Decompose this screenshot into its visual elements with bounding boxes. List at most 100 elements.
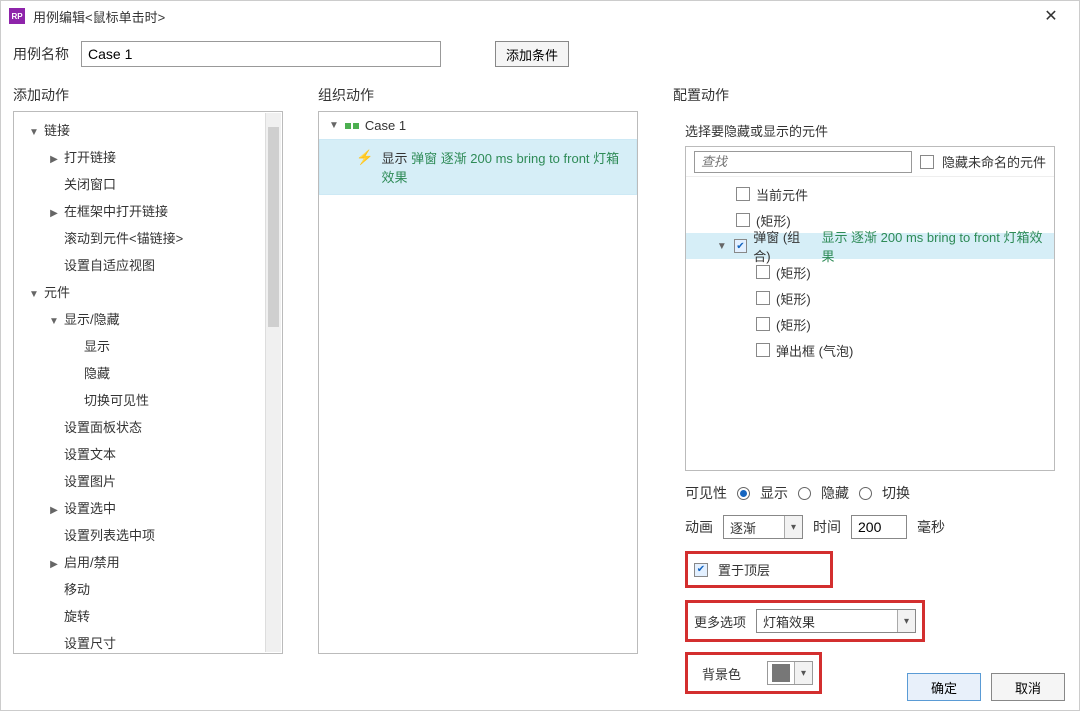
hide-unnamed-checkbox[interactable] bbox=[920, 155, 934, 169]
widget-label: (矩形) bbox=[776, 289, 811, 308]
action-tree-label: 启用/禁用 bbox=[64, 555, 120, 570]
action-tree-label: 滚动到元件<锚链接> bbox=[64, 231, 183, 246]
time-unit: 毫秒 bbox=[917, 517, 945, 537]
widget-row[interactable]: 当前元件 bbox=[686, 181, 1054, 207]
ok-button[interactable]: 确定 bbox=[907, 673, 981, 701]
more-options-group: 更多选项 灯箱效果 ▾ bbox=[685, 600, 925, 642]
time-input[interactable] bbox=[851, 515, 907, 539]
select-widgets-label: 选择要隐藏或显示的元件 bbox=[685, 121, 1055, 140]
action-tree-item[interactable]: ▼元件 bbox=[14, 278, 282, 305]
widget-label: (矩形) bbox=[776, 263, 811, 282]
action-tree-label: 显示 bbox=[84, 339, 110, 354]
action-tree-item[interactable]: 设置文本 bbox=[14, 440, 282, 467]
action-tree-item[interactable]: 切换可见性 bbox=[14, 386, 282, 413]
action-tree-item[interactable]: ▶打开链接 bbox=[14, 143, 282, 170]
case-name-input[interactable] bbox=[81, 41, 441, 67]
org-case-row[interactable]: ▼ Case 1 bbox=[319, 112, 637, 139]
dialog-footer: 确定 取消 bbox=[1, 664, 1079, 710]
action-tree-item[interactable]: 移动 bbox=[14, 575, 282, 602]
widget-checkbox[interactable] bbox=[734, 239, 748, 253]
org-action-text: 显示 弹窗 逐渐 200 ms bring to front 灯箱效果 bbox=[381, 148, 626, 186]
animation-combo[interactable]: 逐渐 ▾ bbox=[723, 515, 803, 539]
chevron-down-icon: ▼ bbox=[716, 241, 728, 252]
action-tree-item[interactable]: 设置自适应视图 bbox=[14, 251, 282, 278]
case-row: 用例名称 添加条件 bbox=[1, 31, 1079, 85]
organize-actions-body: ▼ Case 1 ⚡ 显示 弹窗 逐渐 200 ms bring to fron… bbox=[318, 111, 638, 654]
widget-group-row[interactable]: ▼弹窗 (组合) 显示 逐渐 200 ms bring to front 灯箱效… bbox=[686, 233, 1054, 259]
search-input[interactable] bbox=[694, 151, 912, 173]
widget-checkbox[interactable] bbox=[756, 265, 770, 279]
time-label: 时间 bbox=[813, 517, 841, 537]
scrollbar[interactable] bbox=[265, 113, 281, 652]
action-tree-item[interactable]: ▶在框架中打开链接 bbox=[14, 197, 282, 224]
action-tree-item[interactable]: 隐藏 bbox=[14, 359, 282, 386]
chevron-down-icon: ▼ bbox=[28, 127, 40, 138]
radio-show[interactable] bbox=[737, 487, 750, 500]
action-tree-item[interactable]: 旋转 bbox=[14, 602, 282, 629]
scrollbar-thumb[interactable] bbox=[268, 127, 279, 327]
close-icon[interactable]: ✕ bbox=[1031, 6, 1071, 26]
visibility-row: 可见性 显示 隐藏 切换 bbox=[685, 483, 1055, 503]
columns: 添加动作 ▼链接▶打开链接关闭窗口▶在框架中打开链接滚动到元件<锚链接>设置自适… bbox=[1, 85, 1079, 664]
action-tree-label: 设置列表选中项 bbox=[64, 528, 155, 543]
radio-hide[interactable] bbox=[798, 487, 811, 500]
titlebar: RP 用例编辑<鼠标单击时> ✕ bbox=[1, 1, 1079, 31]
action-tree-item[interactable]: ▶ 启用/禁用 bbox=[14, 548, 282, 575]
action-tree-item[interactable]: 设置图片 bbox=[14, 467, 282, 494]
app-icon: RP bbox=[9, 8, 25, 24]
radio-toggle[interactable] bbox=[859, 487, 872, 500]
widget-label: (矩形) bbox=[776, 315, 811, 334]
chevron-right-icon: ▶ bbox=[48, 559, 60, 570]
chevron-down-icon: ▾ bbox=[784, 516, 802, 538]
action-tree-label: 元件 bbox=[44, 285, 70, 300]
organize-actions-column: 组织动作 ▼ Case 1 ⚡ 显示 弹窗 逐渐 200 ms bring to… bbox=[318, 85, 638, 654]
action-tree-item[interactable]: 滚动到元件<锚链接> bbox=[14, 224, 282, 251]
add-condition-button[interactable]: 添加条件 bbox=[495, 41, 569, 67]
chevron-down-icon: ▼ bbox=[329, 120, 339, 131]
widget-checkbox[interactable] bbox=[756, 343, 770, 357]
window-title: 用例编辑<鼠标单击时> bbox=[33, 7, 1031, 26]
radio-hide-label: 隐藏 bbox=[821, 483, 849, 503]
dialog-window: RP 用例编辑<鼠标单击时> ✕ 用例名称 添加条件 添加动作 ▼链接▶打开链接… bbox=[0, 0, 1080, 711]
action-tree-label: 设置选中 bbox=[64, 501, 116, 516]
action-tree-item[interactable]: ▼显示/隐藏 bbox=[14, 305, 282, 332]
cancel-button[interactable]: 取消 bbox=[991, 673, 1065, 701]
action-tree-label: 在框架中打开链接 bbox=[64, 204, 168, 219]
action-tree-label: 旋转 bbox=[64, 609, 90, 624]
bring-to-front-checkbox[interactable] bbox=[694, 563, 708, 577]
widget-label: 弹窗 (组合) bbox=[753, 227, 815, 265]
widget-list-header: 隐藏未命名的元件 bbox=[686, 147, 1054, 177]
widget-list: 隐藏未命名的元件 当前元件 (矩形) ▼弹窗 (组合) 显示 逐渐 200 ms b… bbox=[685, 146, 1055, 471]
action-tree: ▼链接▶打开链接关闭窗口▶在框架中打开链接滚动到元件<锚链接>设置自适应视图▼元… bbox=[14, 112, 282, 654]
radio-show-label: 显示 bbox=[760, 483, 788, 503]
chevron-down-icon: ▾ bbox=[897, 610, 915, 632]
action-tree-label: 设置图片 bbox=[64, 474, 116, 489]
widget-row[interactable]: (矩形) bbox=[686, 311, 1054, 337]
widget-row[interactable]: 弹出框 (气泡) bbox=[686, 337, 1054, 363]
case-icon bbox=[345, 121, 359, 131]
chevron-right-icon: ▶ bbox=[48, 505, 60, 516]
action-tree-item[interactable]: 关闭窗口 bbox=[14, 170, 282, 197]
action-tree-label: 设置文本 bbox=[64, 447, 116, 462]
bring-to-front-label: 置于顶层 bbox=[718, 560, 770, 579]
widget-checkbox[interactable] bbox=[736, 213, 750, 227]
org-action-row[interactable]: ⚡ 显示 弹窗 逐渐 200 ms bring to front 灯箱效果 bbox=[319, 139, 637, 195]
action-tree-item[interactable]: 设置尺寸 bbox=[14, 629, 282, 654]
action-tree-label: 设置尺寸 bbox=[64, 636, 116, 651]
action-tree-label: 设置面板状态 bbox=[64, 420, 142, 435]
organize-actions-heading: 组织动作 bbox=[318, 85, 638, 105]
widget-checkbox[interactable] bbox=[756, 317, 770, 331]
chevron-right-icon: ▶ bbox=[48, 154, 60, 165]
widget-checkbox[interactable] bbox=[736, 187, 750, 201]
more-options-combo[interactable]: 灯箱效果 ▾ bbox=[756, 609, 916, 633]
widget-checkbox[interactable] bbox=[756, 291, 770, 305]
action-tree-item[interactable]: ▼链接 bbox=[14, 116, 282, 143]
action-tree-label: 切换可见性 bbox=[84, 393, 149, 408]
action-tree-item[interactable]: 设置面板状态 bbox=[14, 413, 282, 440]
animation-label: 动画 bbox=[685, 517, 713, 537]
widget-row[interactable]: (矩形) bbox=[686, 285, 1054, 311]
action-tree-item[interactable]: ▶ 设置选中 bbox=[14, 494, 282, 521]
action-tree-label: 隐藏 bbox=[84, 366, 110, 381]
action-tree-item[interactable]: 设置列表选中项 bbox=[14, 521, 282, 548]
action-tree-item[interactable]: 显示 bbox=[14, 332, 282, 359]
